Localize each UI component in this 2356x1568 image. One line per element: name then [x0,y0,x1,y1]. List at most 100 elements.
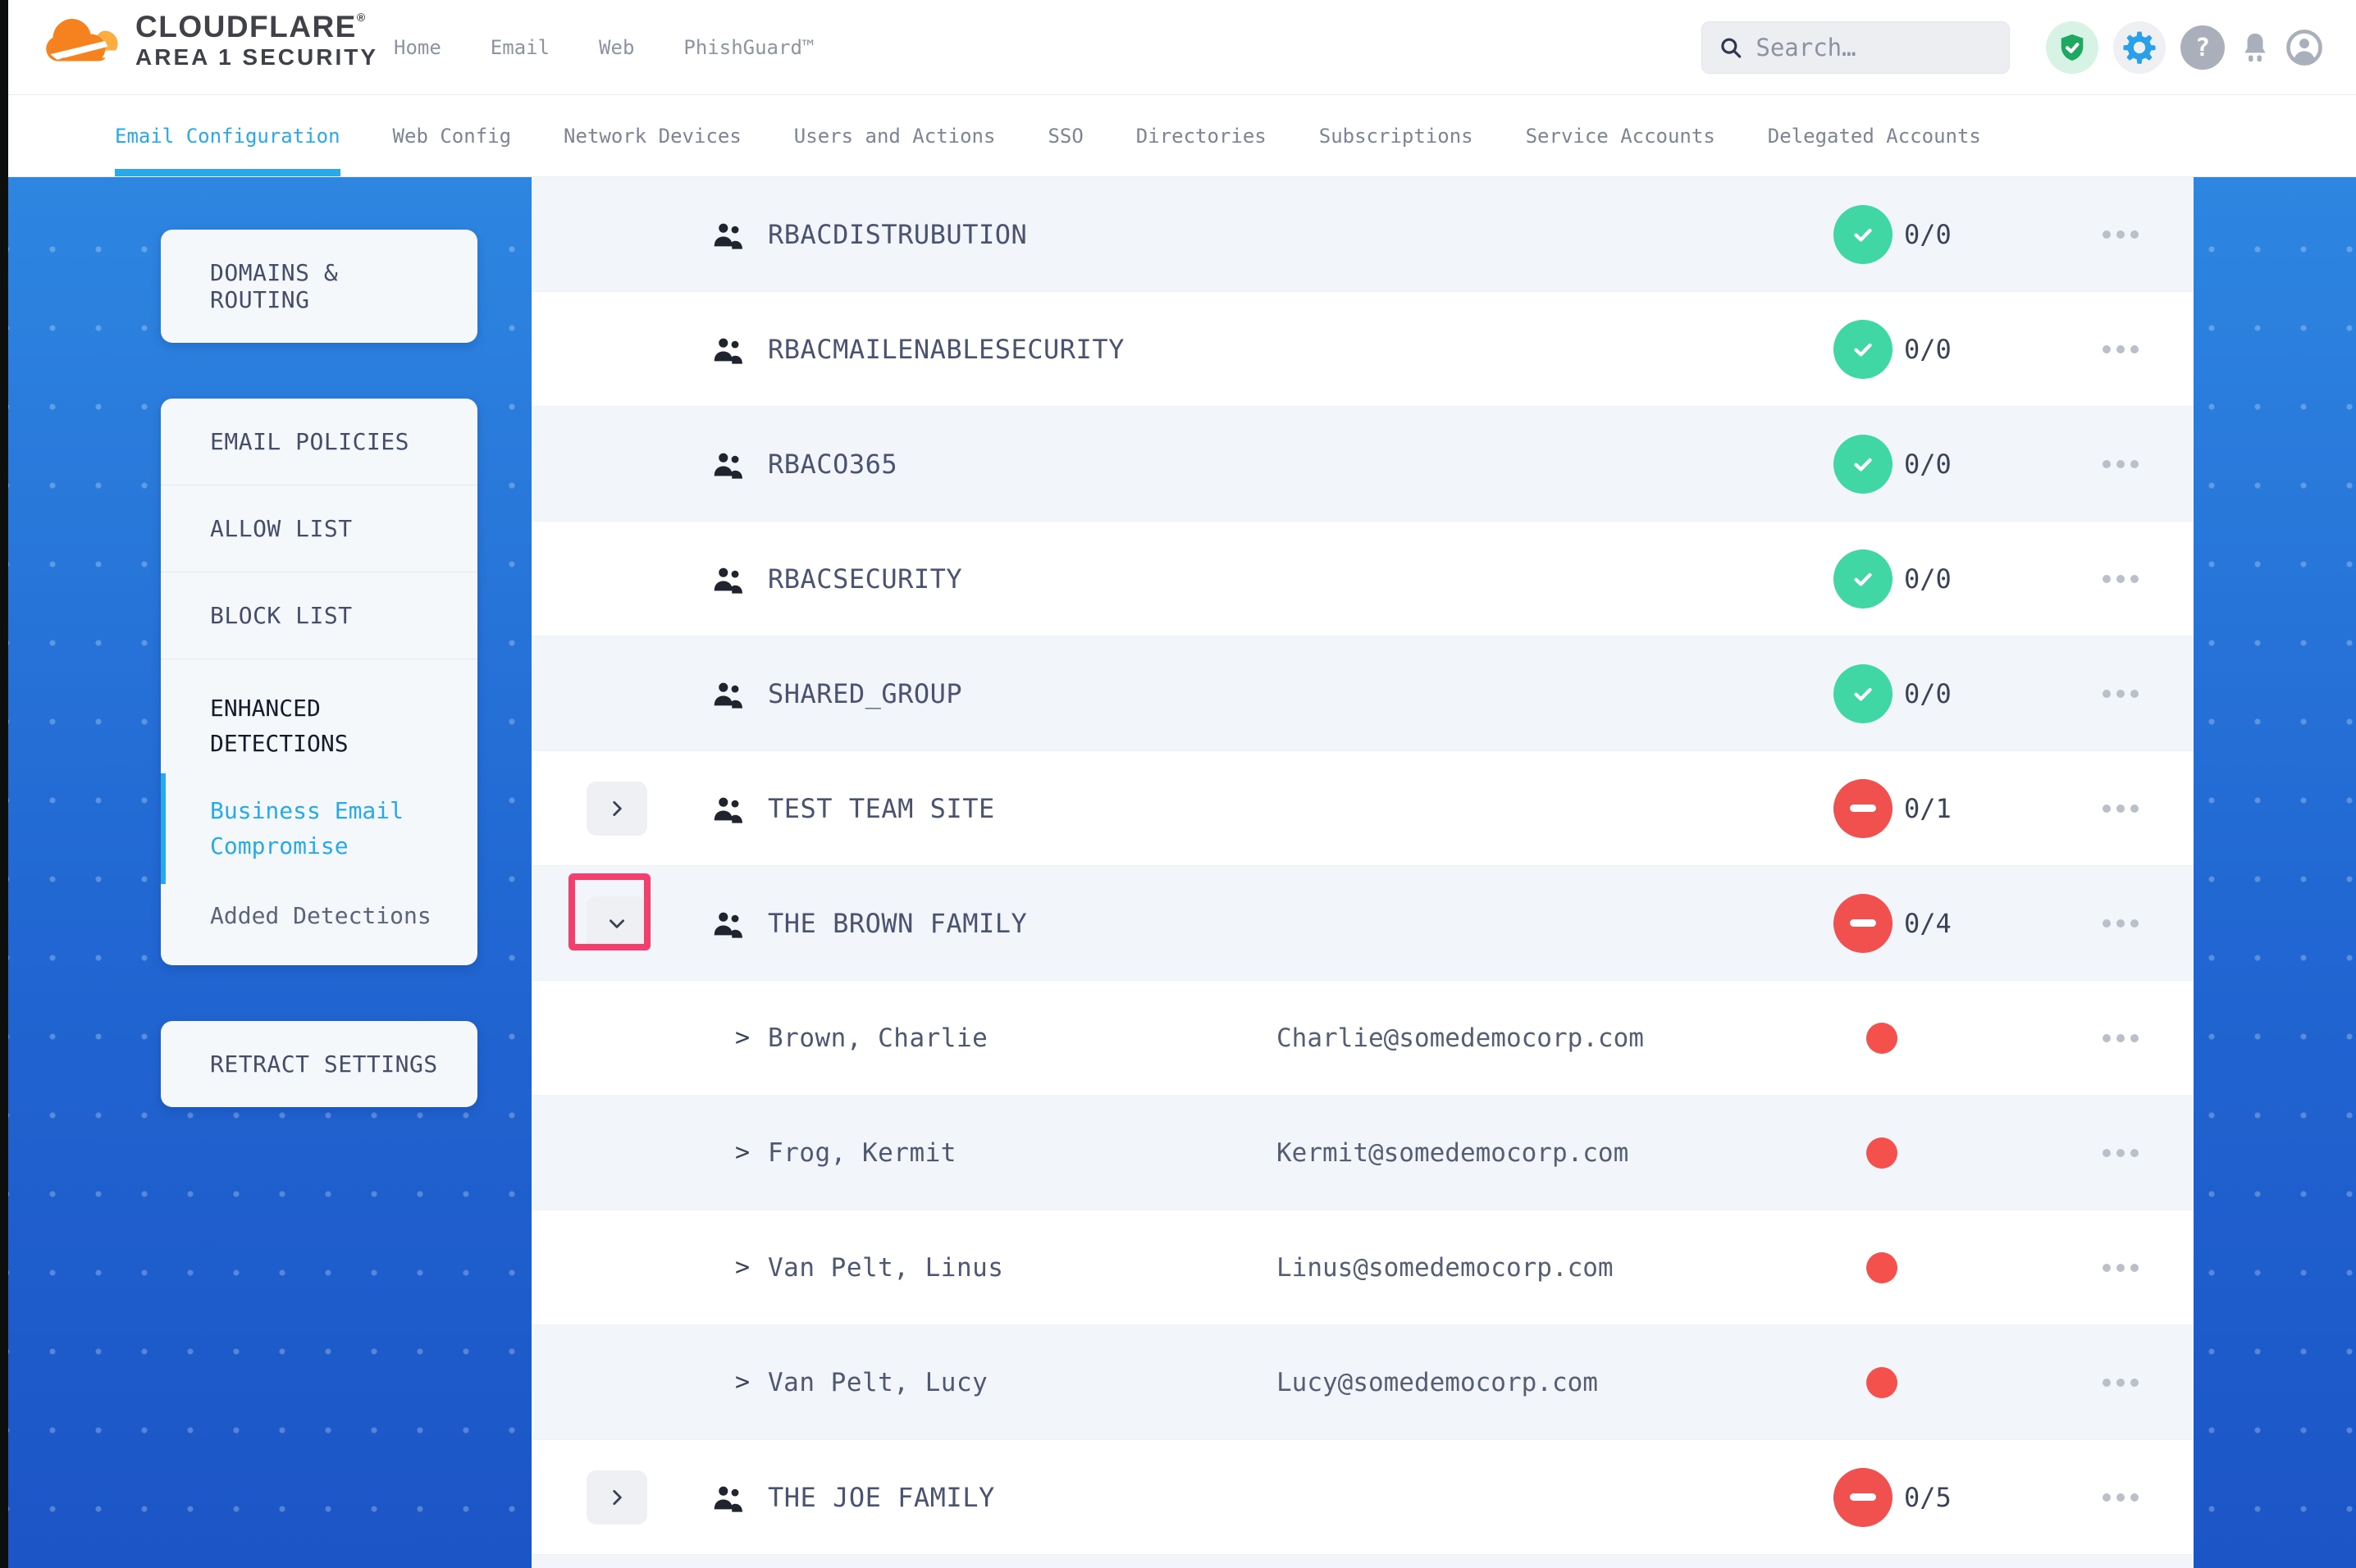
ellipsis-dot [2116,1264,2125,1272]
help-icon: ? [2195,34,2210,62]
member-row-van-pelt-linus: >Van Pelt, LinusLinus@somedemocorp.com [532,1210,2194,1325]
screen-edge [0,0,8,1568]
status-count: 0/5 [1904,1482,1952,1513]
ellipsis-dot [2130,1493,2139,1502]
ellipsis-dot [2116,345,2125,353]
row-menu-button[interactable] [2096,1026,2145,1051]
member-expand-chevron[interactable]: > [735,1253,750,1282]
status-cell: 0/0 [1833,549,2096,609]
topnav-item-email[interactable]: Email [491,36,550,59]
row-menu-button[interactable] [2096,452,2145,476]
ellipsis-dot [2130,919,2139,928]
ellipsis-dot [2130,575,2139,583]
ellipsis-dot [2130,690,2139,698]
row-menu-button[interactable] [2096,1256,2145,1280]
row-menu-button[interactable] [2096,567,2145,591]
member-row-brown-charlie: >Brown, CharlieCharlie@somedemocorp.com [532,981,2194,1096]
expand--button-test-team-site[interactable] [587,782,647,836]
ellipsis-dot [2103,575,2111,583]
sidebar-item-retract-settings[interactable]: RETRACT SETTINGS [161,1021,477,1107]
group-icon [712,679,745,709]
row-menu-button[interactable] [2096,1485,2145,1510]
group-icon [712,335,745,364]
status-cell: 0/0 [1833,664,2096,723]
ellipsis-dot [2130,345,2139,353]
tab-delegated-accounts[interactable]: Delegated Accounts [1768,95,1981,176]
row-menu-button[interactable] [2096,1370,2145,1395]
group-icon [712,220,745,249]
tab-service-accounts[interactable]: Service Accounts [1526,95,1715,176]
sidebar-item-allow-list[interactable]: ALLOW LIST [161,485,477,572]
member-expand-chevron[interactable]: > [735,1138,750,1167]
topnav-item-web[interactable]: Web [599,36,634,59]
member-expand-chevron[interactable]: > [735,1368,750,1397]
tab-sso[interactable]: SSO [1048,95,1083,176]
cloudflare-cloud-icon [45,12,127,70]
member-name: Van Pelt, Lucy [768,1368,1276,1397]
group-row-the-joe-family: THE JOE FAMILY0/5 [532,1440,2194,1555]
group-name: RBACSECURITY [768,563,1276,595]
row-menu-button[interactable] [2096,681,2145,706]
ellipsis-dot [2103,345,2111,353]
status-pass-badge [1833,435,1893,494]
directory-list: RBACDISTRUBUTION0/0RBACMAILENABLESECURIT… [532,177,2194,1568]
row-menu-button[interactable] [2096,911,2145,936]
tab-subscriptions[interactable]: Subscriptions [1319,95,1473,176]
sidebar-item-email-policies[interactable]: EMAIL POLICIES [161,399,477,485]
sidebar-item-added-detections[interactable]: Added Detections [161,884,477,965]
group-name: TEST TEAM SITE [768,793,1276,824]
tab-email-configuration[interactable]: Email Configuration [115,95,340,176]
group-name: SHARED_GROUP [768,678,1276,709]
expand--button-the-joe-family[interactable] [587,1470,647,1525]
tab-network-devices[interactable]: Network Devices [564,95,742,176]
config-tabbar: Email Configuration Web Config Network Dev… [8,95,2356,177]
row-menu-button[interactable] [2096,337,2145,362]
group-row-rbacdistrubution: RBACDISTRUBUTION0/0 [532,177,2194,292]
chevron-down-icon [606,913,628,934]
status-dot [1866,1023,1897,1054]
row-menu-button[interactable] [2096,1141,2145,1165]
help-button[interactable]: ? [2180,25,2225,70]
status-pass-badge [1833,205,1893,264]
topnav-item-phishguard[interactable]: PhishGuard™ [683,36,814,59]
ellipsis-dot [2116,1149,2125,1157]
expand-collapse-button-the-brown-family[interactable] [587,896,647,950]
security-shield-button[interactable] [2046,21,2098,74]
account-button[interactable] [2285,29,2323,66]
sidebar-item-block-list[interactable]: BLOCK LIST [161,572,477,659]
status-count: 0/0 [1904,563,1952,595]
settings-button[interactable] [2113,21,2166,74]
row-menu-button[interactable] [2096,796,2145,821]
notifications-button[interactable] [2240,30,2271,65]
status-pass-badge [1833,664,1893,723]
member-email: Charlie@somedemocorp.com [1276,1023,1833,1053]
topnav-item-home[interactable]: Home [394,36,441,59]
minus-icon [1850,1493,1876,1501]
status-pass-badge [1833,549,1893,609]
group-icon [712,564,745,594]
group-row-rbacsecurity: RBACSECURITY 0/0 [532,522,2194,636]
member-name: Van Pelt, Linus [768,1253,1276,1283]
tab-web-config[interactable]: Web Config [393,95,512,176]
ellipsis-dot [2116,1034,2125,1042]
ellipsis-dot [2130,805,2139,813]
sidebar-item-business-email-compromise[interactable]: Business Email Compromise [161,773,477,884]
status-pass-badge [1833,320,1893,379]
status-cell [1833,1137,2096,1169]
row-menu-button[interactable] [2096,222,2145,247]
member-expand-chevron[interactable]: > [735,1023,750,1052]
status-count: 0/0 [1904,219,1952,250]
tab-directories[interactable]: Directories [1136,95,1267,176]
ellipsis-dot [2116,919,2125,928]
member-row-frog-kermit: >Frog, KermitKermit@somedemocorp.com [532,1096,2194,1210]
ellipsis-dot [2103,1149,2111,1157]
ellipsis-dot [2130,1264,2139,1272]
sidebar-item-domains-routing[interactable]: DOMAINS & ROUTING [161,230,477,343]
group-icon [712,1483,745,1512]
chevron-right-icon [606,1487,628,1508]
cloudflare-logo[interactable]: CLOUDFLARE® AREA 1 SECURITY [45,11,378,71]
tab-users-and-actions[interactable]: Users and Actions [794,95,996,176]
status-dot [1866,1137,1897,1169]
group-row-test-team-site: TEST TEAM SITE0/1 [532,751,2194,866]
search-input[interactable] [1756,34,1993,62]
